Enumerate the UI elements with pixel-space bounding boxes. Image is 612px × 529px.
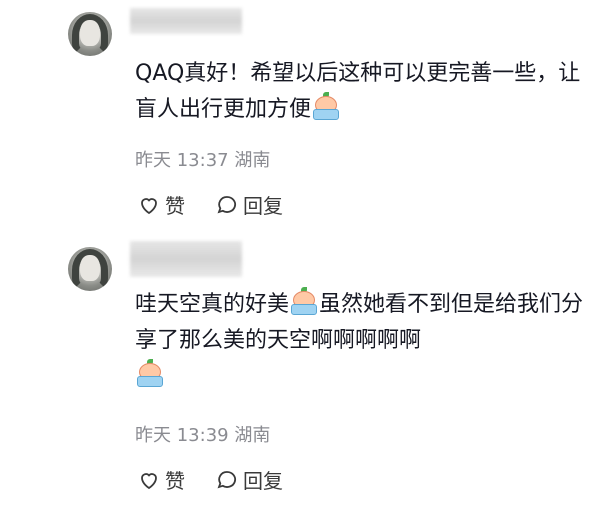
comment-item: 哇天空真的好美 虽然她看不到但是给我们分享了那么美的天空啊啊啊啊啊 昨天 13:3… <box>0 235 612 529</box>
username-blurred[interactable] <box>130 8 242 34</box>
like-button[interactable]: 赞 <box>137 190 185 219</box>
comment-text: 哇天空真的好美 虽然她看不到但是给我们分享了那么美的天空啊啊啊啊啊 <box>135 287 595 395</box>
comment-bubble-icon <box>217 470 236 488</box>
comment-text: QAQ真好！希望以后这种可以更完善一些，让盲人出行更加方便 <box>135 56 595 128</box>
like-label: 赞 <box>165 194 185 218</box>
comment-time: 昨天 13:37 <box>135 150 229 171</box>
crying-emoji-icon <box>136 359 164 389</box>
reply-label: 回复 <box>243 194 283 218</box>
like-label: 赞 <box>165 469 185 493</box>
comment-location: 湖南 <box>234 150 271 171</box>
comment-actions: 赞 回复 <box>137 190 283 219</box>
comment-time: 昨天 13:39 <box>135 425 229 446</box>
username-blurred[interactable] <box>130 241 242 277</box>
reply-button[interactable]: 回复 <box>215 190 283 219</box>
like-button[interactable]: 赞 <box>137 465 185 494</box>
crying-emoji-icon <box>312 92 340 122</box>
heart-icon <box>141 472 157 489</box>
reply-label: 回复 <box>243 469 283 493</box>
comment-text-part: QAQ真好！希望以后这种可以更完善一些，让盲人出行更加方便 <box>135 61 581 122</box>
heart-icon <box>141 197 157 214</box>
comment-item: QAQ真好！希望以后这种可以更完善一些，让盲人出行更加方便 昨天 13:37 湖… <box>0 0 612 235</box>
avatar-face <box>80 255 100 281</box>
comment-meta: 昨天 13:39 湖南 <box>135 421 270 447</box>
avatar-face <box>80 20 100 46</box>
avatar[interactable] <box>68 12 112 56</box>
comment-bubble-icon <box>217 195 236 213</box>
reply-button[interactable]: 回复 <box>215 465 283 494</box>
comment-meta: 昨天 13:37 湖南 <box>135 146 270 172</box>
avatar[interactable] <box>68 247 112 291</box>
comment-actions: 赞 回复 <box>137 465 283 494</box>
comment-list: QAQ真好！希望以后这种可以更完善一些，让盲人出行更加方便 昨天 13:37 湖… <box>0 0 612 529</box>
comment-location: 湖南 <box>234 425 271 446</box>
comment-text-part: 哇天空真的好美 <box>135 292 290 317</box>
crying-emoji-icon <box>290 287 318 317</box>
